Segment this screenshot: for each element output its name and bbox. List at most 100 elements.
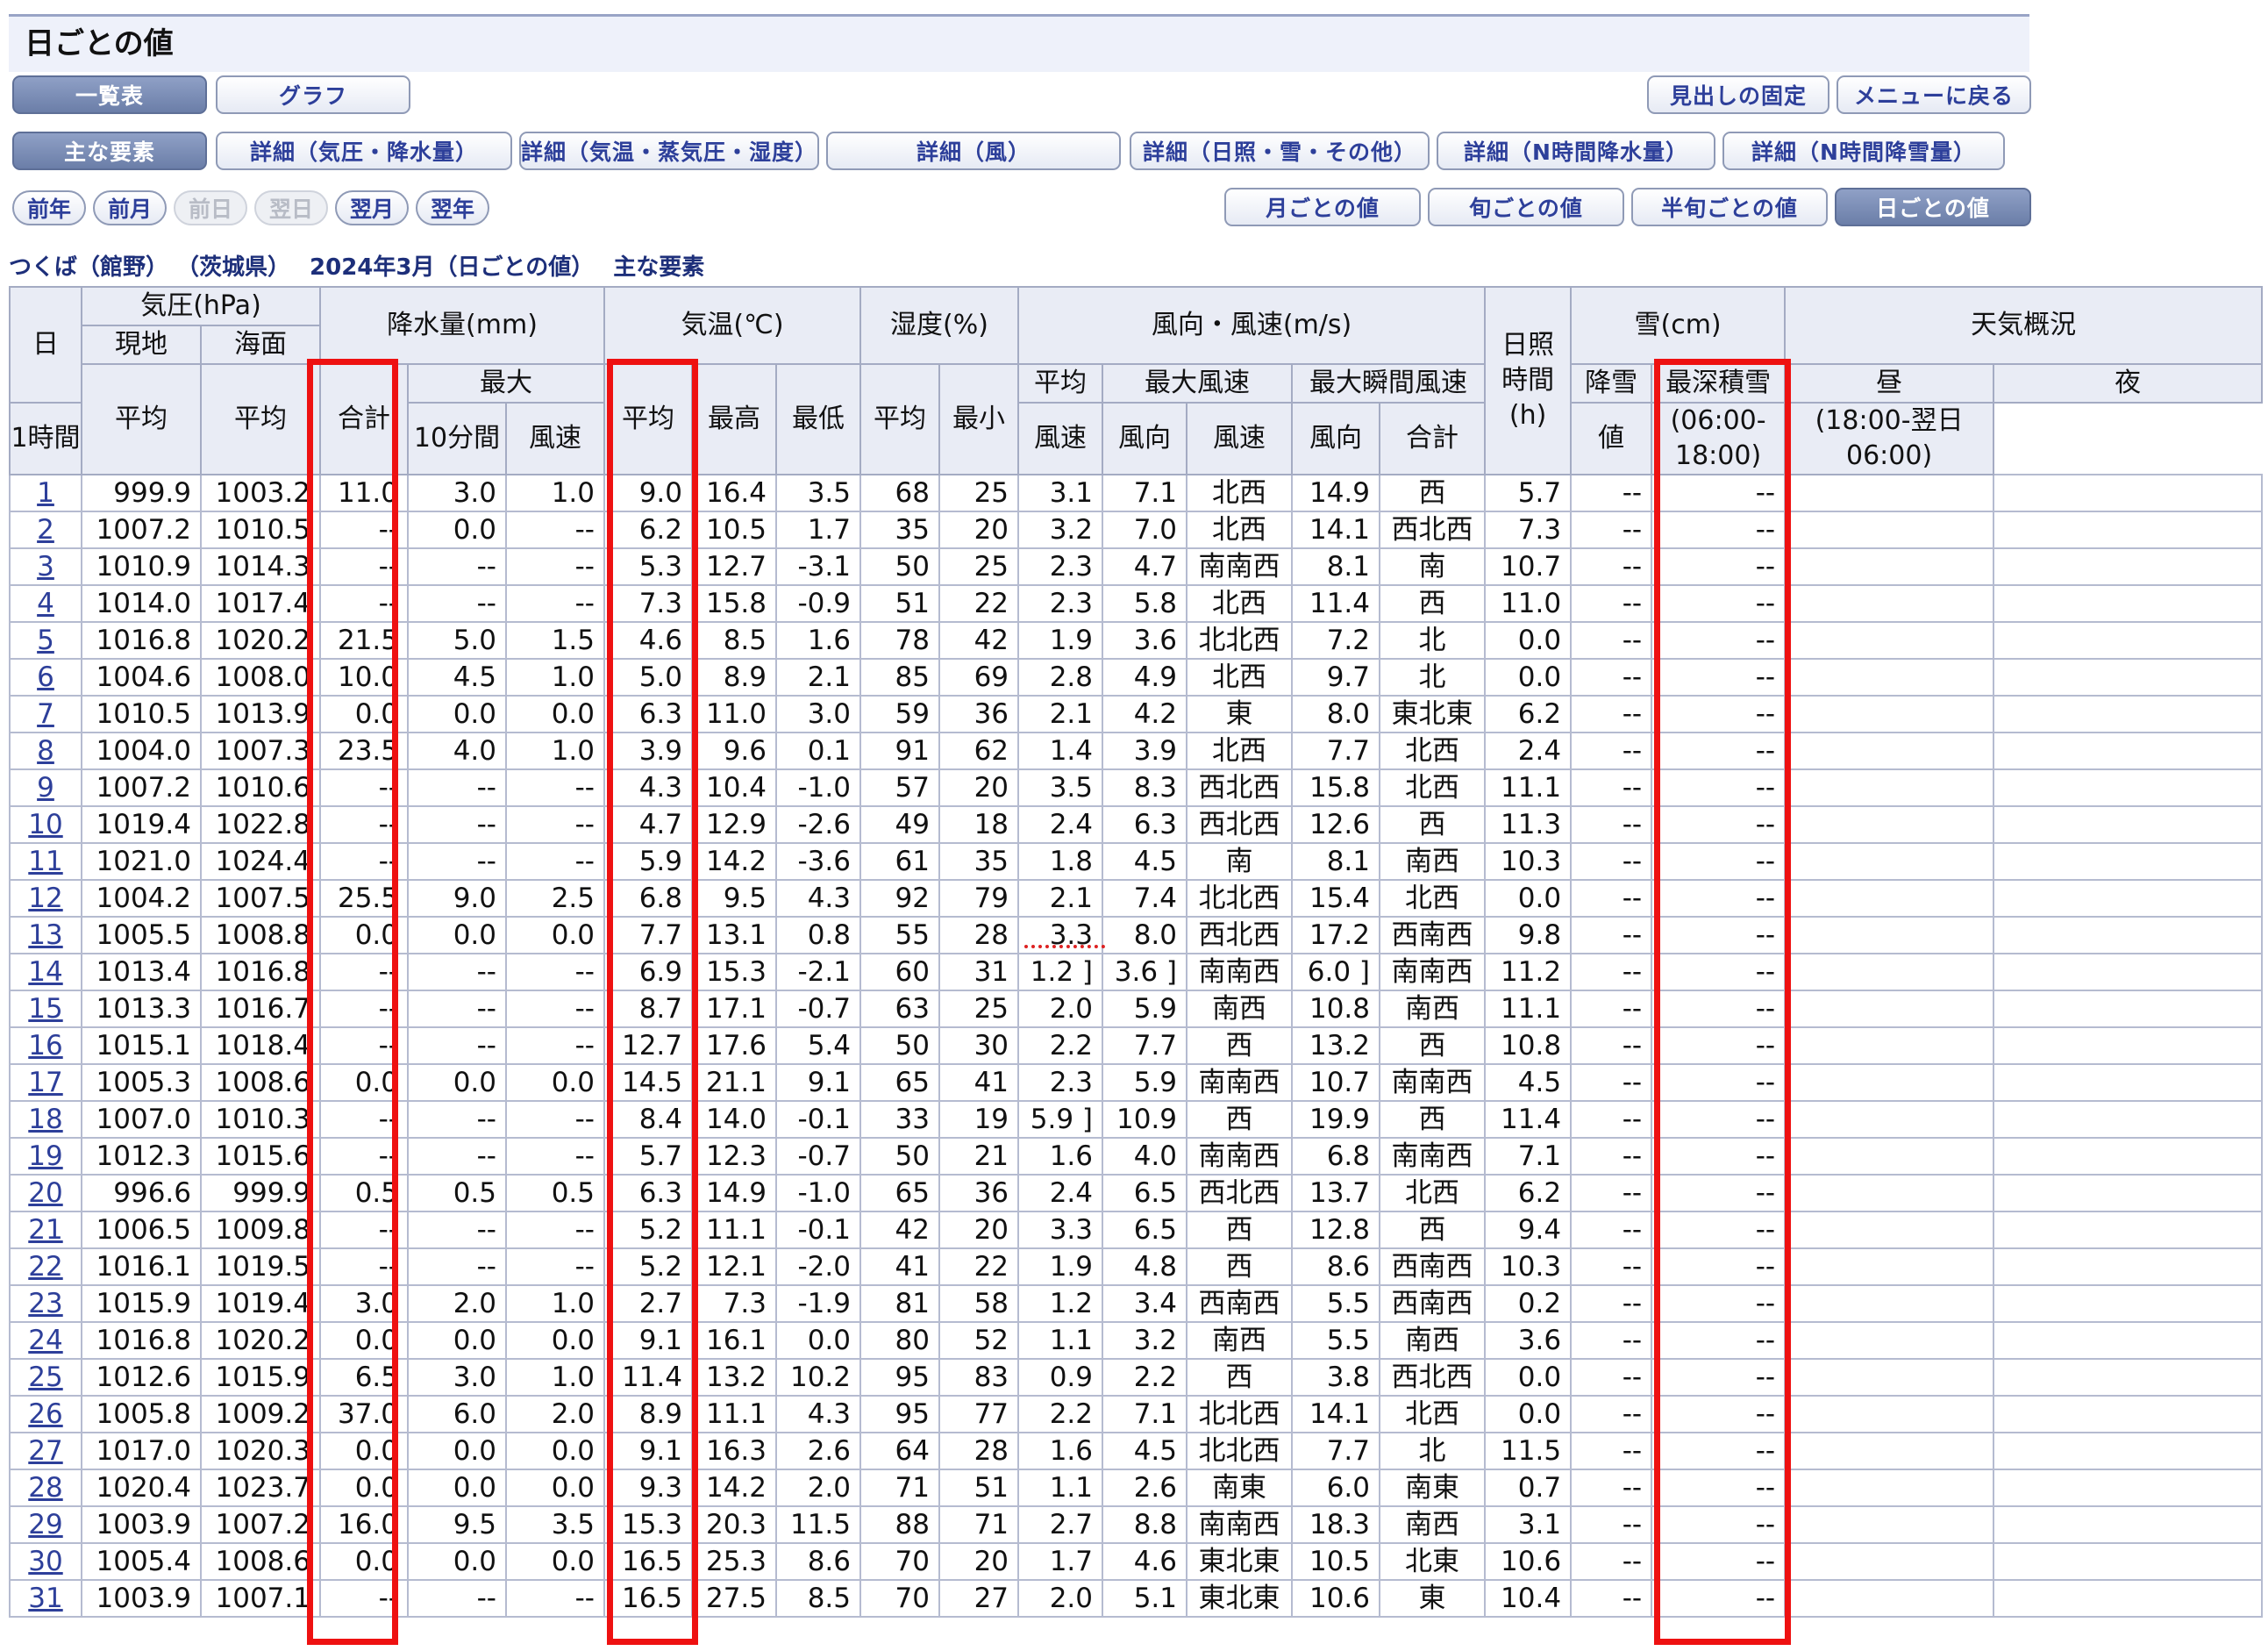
table-cell: 8.1	[1291, 842, 1381, 881]
table-cell: --	[505, 1137, 605, 1176]
day-link-text[interactable]: 11	[28, 846, 62, 877]
day-link-text[interactable]: 21	[28, 1214, 62, 1246]
day-link[interactable]: 10	[9, 805, 82, 844]
day-link[interactable]: 8	[9, 732, 82, 770]
table-cell: 南西	[1379, 1321, 1487, 1360]
tab-detail-wind[interactable]: 詳細（風）	[826, 132, 1121, 170]
day-link-text[interactable]: 24	[28, 1325, 62, 1356]
day-link-text[interactable]: 29	[28, 1509, 62, 1540]
day-link-text[interactable]: 10	[28, 809, 62, 840]
day-link[interactable]: 4	[9, 584, 82, 623]
dekad-values-button[interactable]: 旬ごとの値	[1428, 188, 1624, 226]
day-link-text[interactable]: 26	[28, 1398, 62, 1430]
weather-day-cell	[1784, 990, 1995, 1028]
day-link-text[interactable]: 22	[28, 1251, 62, 1283]
table-cell: 1007.1	[200, 1579, 321, 1618]
day-link[interactable]: 2	[9, 511, 82, 549]
monthly-values-button[interactable]: 月ごとの値	[1224, 188, 1421, 226]
table-cell: 71	[938, 1505, 1020, 1544]
day-link-text[interactable]: 15	[28, 993, 62, 1025]
day-link-text[interactable]: 1	[37, 477, 54, 509]
day-link-text[interactable]: 17	[28, 1067, 62, 1098]
day-link-text[interactable]: 30	[28, 1546, 62, 1577]
weather-night-cell	[1993, 1505, 2264, 1544]
day-link-text[interactable]: 27	[28, 1435, 62, 1467]
prev-month-button[interactable]: 前月	[93, 190, 167, 225]
day-link-text[interactable]: 20	[28, 1177, 62, 1209]
back-to-menu-button[interactable]: メニューに戻る	[1837, 75, 2031, 114]
day-link-text[interactable]: 18	[28, 1104, 62, 1135]
day-link[interactable]: 20	[9, 1174, 82, 1212]
day-link[interactable]: 12	[9, 879, 82, 918]
tab-detail-n-hour-snow[interactable]: 詳細（N時間降雪量）	[1722, 132, 2005, 170]
day-link[interactable]: 5	[9, 621, 82, 660]
tab-detail-pressure-precip[interactable]: 詳細（気圧・降水量）	[216, 132, 512, 170]
day-link[interactable]: 6	[9, 658, 82, 697]
day-link-text[interactable]: 23	[28, 1288, 62, 1319]
daily-values-button[interactable]: 日ごとの値	[1835, 188, 2031, 226]
table-cell: 4.5	[407, 658, 507, 697]
tab-detail-sun-snow[interactable]: 詳細（日照・雪・その他）	[1130, 132, 1430, 170]
day-link[interactable]: 24	[9, 1321, 82, 1360]
next-year-button[interactable]: 翌年	[416, 190, 489, 225]
tab-detail-n-hour-precip[interactable]: 詳細（N時間降水量）	[1437, 132, 1715, 170]
day-link[interactable]: 1	[9, 474, 82, 512]
day-link-text[interactable]: 4	[37, 588, 54, 619]
day-link[interactable]: 29	[9, 1505, 82, 1544]
fix-header-button[interactable]: 見出しの固定	[1647, 75, 1829, 114]
day-link[interactable]: 17	[9, 1063, 82, 1102]
table-cell: 南南西	[1379, 953, 1487, 991]
day-link[interactable]: 23	[9, 1284, 82, 1323]
day-link-text[interactable]: 6	[37, 661, 54, 693]
header-weather-night-range: (18:00-翌日06:00)	[1784, 402, 1995, 475]
day-link[interactable]: 3	[9, 547, 82, 586]
prev-year-button[interactable]: 前年	[12, 190, 86, 225]
day-link[interactable]: 31	[9, 1579, 82, 1618]
day-link-text[interactable]: 14	[28, 956, 62, 988]
day-link[interactable]: 16	[9, 1026, 82, 1065]
day-link-text[interactable]: 8	[37, 735, 54, 767]
day-link-text[interactable]: 3	[37, 551, 54, 582]
day-link-text[interactable]: 25	[28, 1362, 62, 1393]
tab-main-elements[interactable]: 主な要素	[12, 132, 207, 170]
day-link-text[interactable]: 2	[37, 514, 54, 546]
table-cell: 0.0	[775, 1321, 861, 1360]
table-cell: 52	[938, 1321, 1020, 1360]
day-link[interactable]: 25	[9, 1358, 82, 1397]
day-link-text[interactable]: 31	[28, 1583, 62, 1614]
pentad-values-button[interactable]: 半旬ごとの値	[1631, 188, 1828, 226]
day-link-text[interactable]: 12	[28, 883, 62, 914]
weather-day-cell	[1784, 768, 1995, 807]
next-month-button[interactable]: 翌月	[335, 190, 409, 225]
day-link[interactable]: 13	[9, 916, 82, 954]
day-link[interactable]: 19	[9, 1137, 82, 1176]
day-link-text[interactable]: 5	[37, 625, 54, 656]
day-link-text[interactable]: 9	[37, 772, 54, 804]
day-link[interactable]: 15	[9, 990, 82, 1028]
day-link[interactable]: 22	[9, 1247, 82, 1286]
day-link-text[interactable]: 7	[37, 698, 54, 730]
table-cell: 6.9	[603, 953, 693, 991]
day-link[interactable]: 9	[9, 768, 82, 807]
day-link[interactable]: 7	[9, 695, 82, 733]
day-link[interactable]: 14	[9, 953, 82, 991]
day-link-text[interactable]: 13	[28, 919, 62, 951]
tab-detail-temp-humidity[interactable]: 詳細（気温・蒸気圧・湿度）	[519, 132, 819, 170]
day-link-text[interactable]: 19	[28, 1140, 62, 1172]
table-cell: 0.0	[1484, 879, 1573, 918]
day-link[interactable]: 30	[9, 1542, 82, 1581]
day-link[interactable]: 28	[9, 1469, 82, 1507]
graph-view-button[interactable]: グラフ	[216, 75, 410, 114]
table-cell: 23.5	[319, 732, 409, 770]
table-cell: 北北西	[1186, 621, 1294, 660]
day-link[interactable]: 11	[9, 842, 82, 881]
day-link[interactable]: 27	[9, 1432, 82, 1470]
day-link-text[interactable]: 16	[28, 1030, 62, 1061]
day-link[interactable]: 18	[9, 1100, 82, 1139]
day-link[interactable]: 26	[9, 1395, 82, 1433]
table-cell: --	[1651, 732, 1787, 770]
list-view-button[interactable]: 一覧表	[12, 75, 207, 114]
table-cell: 10.3	[1484, 1247, 1573, 1286]
day-link[interactable]: 21	[9, 1211, 82, 1249]
day-link-text[interactable]: 28	[28, 1472, 62, 1504]
